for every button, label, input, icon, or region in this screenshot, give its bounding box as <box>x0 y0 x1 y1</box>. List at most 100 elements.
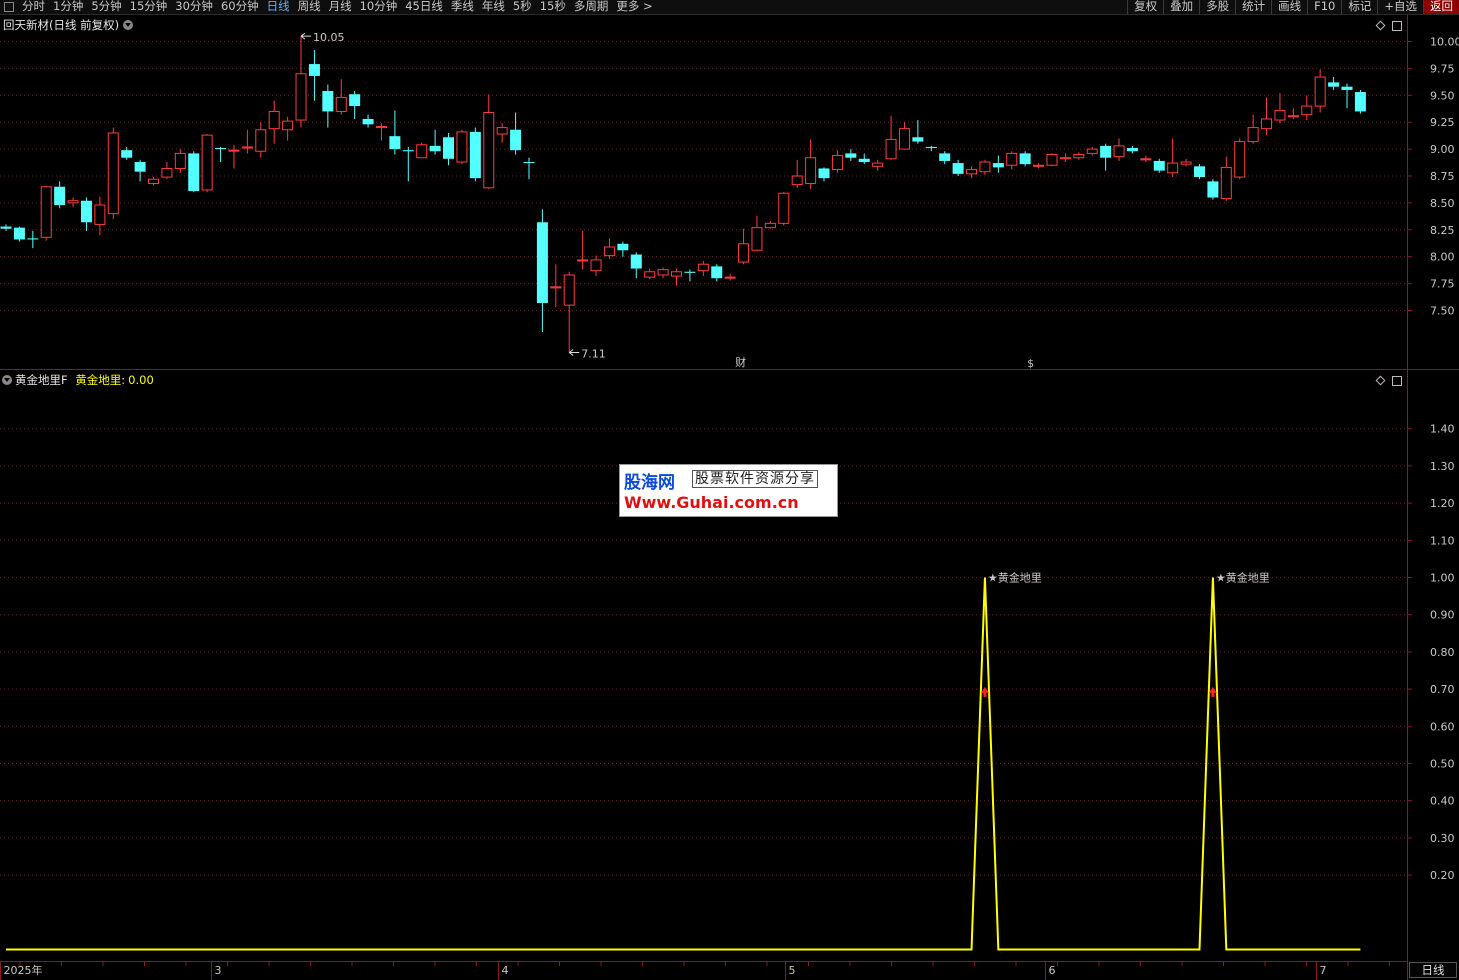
candle-body <box>1247 127 1259 143</box>
price-tick-label: 8.00 <box>1430 251 1455 264</box>
candle-body <box>738 243 750 263</box>
window-icon[interactable] <box>1392 21 1402 31</box>
signal-arrow <box>980 686 989 697</box>
candle-body <box>1193 166 1205 178</box>
candle-body <box>1059 157 1071 160</box>
candle-body <box>1287 115 1299 118</box>
candle-body <box>818 168 830 179</box>
indicator-value: 0.00 <box>128 373 154 387</box>
candle-body <box>469 131 481 179</box>
candle-body <box>630 254 642 269</box>
candle-body <box>1113 145 1125 158</box>
candle-body <box>603 246 615 257</box>
candle-body <box>1086 148 1098 154</box>
candle-body <box>121 150 133 158</box>
candle-body <box>80 200 92 223</box>
indicator-tick-label: 0.80 <box>1430 646 1455 659</box>
candle-body <box>349 94 361 107</box>
candle-body <box>617 243 629 251</box>
candle-body <box>1328 82 1340 87</box>
candle-body <box>389 136 401 150</box>
candle-body <box>241 146 253 149</box>
candle-body <box>845 153 857 158</box>
candle-body <box>13 227 25 240</box>
candle-body <box>1153 160 1165 171</box>
candle-body <box>148 178 160 185</box>
candle-body <box>764 222 776 229</box>
indicator-tick-label: 0.90 <box>1430 609 1455 622</box>
candle-body <box>992 163 1004 168</box>
watermark-url: Www.Guhai.com.cn <box>624 493 799 512</box>
high-label: 10.05 <box>313 31 345 44</box>
candle-body <box>979 161 991 173</box>
candle-body <box>161 167 173 178</box>
watermark-slogan: 股票软件资源分享 <box>692 470 818 488</box>
indicator-tick-label: 0.30 <box>1430 832 1455 845</box>
candle-body <box>952 163 964 174</box>
finance-marker: 财 <box>735 355 746 369</box>
candle-body <box>778 192 790 224</box>
price-tick-label: 10.00 <box>1430 36 1459 49</box>
candle-body <box>416 144 428 159</box>
candle-body <box>1354 92 1366 112</box>
time-tick-label: 7 <box>1320 964 1327 977</box>
indicator-tick-label: 0.40 <box>1430 795 1455 808</box>
candle-body <box>711 266 723 279</box>
window-icon[interactable] <box>1392 376 1402 386</box>
indicator-tick-label: 1.00 <box>1430 572 1455 585</box>
signal-label: ★黄金地里 <box>1216 571 1270 585</box>
candle-body <box>67 200 79 204</box>
price-tick-label: 8.50 <box>1430 197 1455 210</box>
candle-body <box>858 158 870 163</box>
candle-body <box>1220 166 1232 200</box>
watermark-banner: 股海网 股票软件资源分享 Www.Guhai.com.cn <box>619 464 838 517</box>
main-pane-title: 回天新材(日线 前复权) <box>3 17 134 33</box>
price-tick-label: 8.25 <box>1430 224 1455 237</box>
candle-body <box>1314 76 1326 107</box>
candle-body <box>1274 109 1286 121</box>
candle-body <box>268 110 280 130</box>
candle-body <box>1167 162 1179 174</box>
price-tick-label: 9.25 <box>1430 116 1455 129</box>
candle-body <box>322 90 334 112</box>
indicator-tick-label: 1.10 <box>1430 534 1455 547</box>
low-label: 7.11 <box>581 347 606 360</box>
candle-body <box>791 175 803 186</box>
price-tick-label: 7.50 <box>1430 305 1455 318</box>
candle-body <box>805 157 817 185</box>
indicator-tick-label: 1.30 <box>1430 460 1455 473</box>
candle-body <box>697 263 709 272</box>
indicator-name: 黄金地里F <box>15 373 68 387</box>
candle-body <box>174 152 186 169</box>
indicator-value-name: 黄金地里 <box>75 373 122 387</box>
signal-arrow <box>1208 686 1217 697</box>
signal-label: ★黄金地里 <box>988 571 1042 585</box>
candle-body <box>724 276 736 279</box>
candle-body <box>255 129 267 152</box>
candle-body <box>898 128 910 150</box>
candle-body <box>1180 161 1192 165</box>
candle-body <box>1100 145 1112 158</box>
dropdown-icon[interactable] <box>2 375 12 385</box>
indicator-tick-label: 0.50 <box>1430 758 1455 771</box>
candle-body <box>308 64 320 76</box>
candle-body <box>885 138 897 160</box>
indicator-value-sep: : <box>121 373 126 387</box>
candle-body <box>362 118 374 125</box>
candle-body <box>54 186 66 206</box>
candle-body <box>510 129 522 151</box>
indicator-tick-label: 1.40 <box>1430 423 1455 436</box>
candle-body <box>657 269 669 276</box>
candle-body <box>40 186 52 238</box>
candle-body <box>872 162 884 167</box>
candle-body <box>1019 153 1031 165</box>
dropdown-icon[interactable] <box>123 20 134 30</box>
candle-body <box>1261 118 1273 130</box>
time-tick-label: 6 <box>1049 964 1056 977</box>
period-indicator[interactable]: 日线 <box>1409 962 1457 978</box>
candle-body <box>0 226 12 229</box>
candle-body <box>215 148 227 150</box>
indicator-tick-label: 0.70 <box>1430 683 1455 696</box>
candle-body <box>1046 153 1058 166</box>
candle-body <box>429 145 441 152</box>
